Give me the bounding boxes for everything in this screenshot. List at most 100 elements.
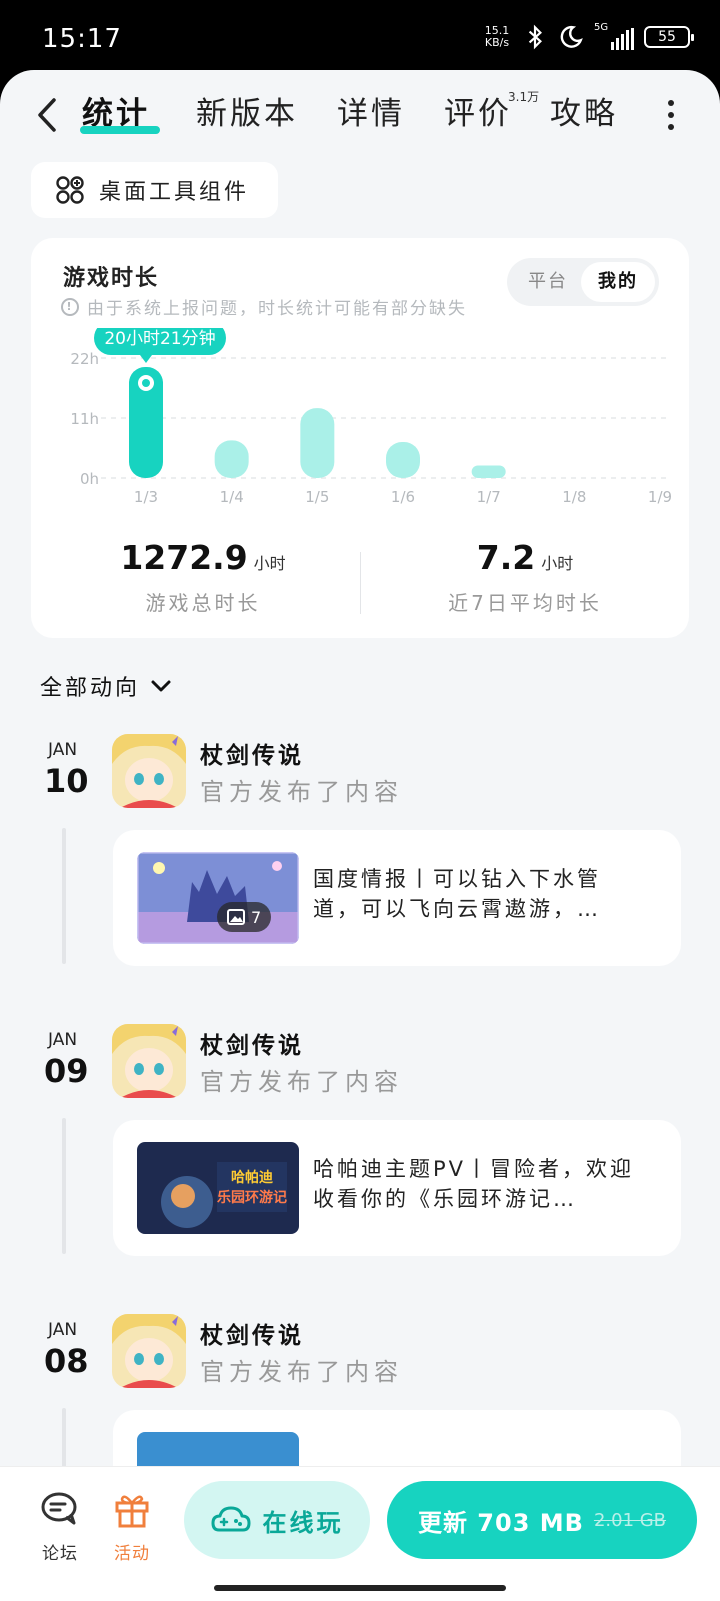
- tab-reviews[interactable]: 评价: [444, 88, 512, 133]
- chart-bar: [214, 440, 249, 478]
- feed-date-month: JAN: [48, 740, 78, 760]
- bluetooth-icon: [528, 24, 542, 50]
- tab-new-version[interactable]: 新版本: [196, 88, 298, 133]
- desktop-widget-label: 桌面工具组件: [99, 180, 250, 205]
- info-icon: !: [61, 297, 79, 316]
- chart-y-tick-label: 22h: [70, 350, 99, 368]
- feed-date-month: JAN: [48, 1030, 78, 1050]
- chart-bar: [300, 408, 335, 478]
- feed-date-day: 10: [44, 762, 89, 800]
- feed-filter-dropdown[interactable]: 全部动向: [40, 670, 172, 702]
- total-playtime: 1272.9 小时 游戏总时长: [43, 538, 363, 616]
- total-playtime-unit: 小时: [253, 554, 286, 573]
- post-action: 官方发布了内容: [200, 1068, 403, 1096]
- image-count-badge: 7: [217, 902, 272, 932]
- chart-bar: [471, 465, 506, 478]
- total-playtime-value: 1272.9: [120, 538, 248, 577]
- activity-label: 活动: [114, 1544, 150, 1564]
- avg-playtime: 7.2 小时 近7日平均时长: [365, 538, 685, 616]
- playtime-note: ! 由于系统上报问题，时长统计可能有部分缺失: [61, 294, 467, 319]
- status-icons: 15.1 KB/s 5G 55: [482, 22, 694, 50]
- chart-y-tick-label: 0h: [80, 470, 99, 488]
- feed-date-day: 08: [44, 1342, 89, 1380]
- avg-playtime-unit: 小时: [541, 554, 574, 573]
- toggle-platform[interactable]: 平台: [511, 262, 585, 302]
- chart-x-tick-label: 1/9: [648, 488, 672, 506]
- chart-y-tick-label: 11h: [70, 410, 99, 428]
- game-avatar[interactable]: [112, 1314, 186, 1388]
- chart-tooltip-pointer: [140, 355, 152, 363]
- timeline-line: [62, 1118, 66, 1254]
- chevron-down-icon: [151, 680, 171, 692]
- playtime-title: 游戏时长: [63, 266, 160, 291]
- stats-summary: 1272.9 小时 游戏总时长 7.2 小时 近7日平均时长: [31, 538, 689, 628]
- platform-mine-toggle: 平台 我的: [507, 258, 659, 306]
- gift-icon: [115, 1495, 149, 1528]
- desktop-widget-button[interactable]: 桌面工具组件: [31, 162, 278, 218]
- update-old-size: 2.01 GB: [593, 1509, 667, 1531]
- game-avatar[interactable]: [112, 1024, 186, 1098]
- total-playtime-label: 游戏总时长: [145, 591, 261, 615]
- post-title: 哈帕迪主题PV丨冒险者，欢迎收看你的《乐园环游记…: [313, 1157, 635, 1211]
- tab-active-indicator: [80, 126, 160, 134]
- top-nav: 统计 新版本 详情 评价 3.1万 攻略: [0, 70, 720, 158]
- net-speed-unit: KB/s: [484, 36, 510, 49]
- avg-playtime-value: 7.2: [476, 538, 536, 577]
- timeline-line: [62, 828, 66, 964]
- battery-icon: 55: [644, 26, 694, 48]
- post-thumbnail: 哈帕迪 乐园环游记: [137, 1142, 299, 1234]
- signal-indicator: 5G: [594, 22, 634, 50]
- back-arrow-icon[interactable]: [30, 92, 66, 138]
- play-online-button[interactable]: 在线玩: [184, 1481, 370, 1559]
- post-card[interactable]: 哈帕迪 乐园环游记 哈帕迪主题PV丨冒险者，欢迎收看你的《乐园环游记…: [113, 1120, 681, 1256]
- game-name[interactable]: 杖剑传说: [200, 1026, 304, 1060]
- chart-x-tick-label: 1/4: [220, 488, 244, 506]
- activity-button[interactable]: 活动: [102, 1487, 162, 1564]
- feed-date-month: JAN: [48, 1320, 78, 1340]
- toggle-mine[interactable]: 我的: [581, 262, 655, 302]
- chart-bar-marker-dot: [142, 379, 150, 387]
- feed-date-day: 09: [44, 1052, 89, 1090]
- svg-text:乐园环游记: 乐园环游记: [217, 1189, 287, 1206]
- feed-filter-label: 全部动向: [40, 676, 141, 701]
- post-card[interactable]: 7 国度情报丨可以钻入下水管道，可以飞向云霄遨游，…: [113, 830, 681, 966]
- signal-label: 5G: [594, 22, 609, 33]
- feed-item: JAN 10 杖剑传说 官方发布了内容 7 国度情报丨可以钻入下水管道，可以飞向…: [0, 734, 720, 1024]
- tab-guides[interactable]: 攻略: [550, 88, 618, 133]
- game-avatar[interactable]: [112, 734, 186, 808]
- playtime-note-text: 由于系统上报问题，时长统计可能有部分缺失: [87, 299, 467, 319]
- chart-bar: [386, 442, 420, 478]
- image-count: 7: [251, 907, 262, 927]
- update-label: 更新 703 MB: [417, 1508, 584, 1537]
- game-name[interactable]: 杖剑传说: [200, 736, 304, 770]
- playtime-card: 游戏时长 ! 由于系统上报问题，时长统计可能有部分缺失 平台 我的 22h 11h…: [31, 238, 689, 638]
- feed-item: JAN 09 杖剑传说 官方发布了内容 哈帕迪 乐园环游记 哈帕迪主题PV丨冒险…: [0, 1024, 720, 1314]
- home-indicator[interactable]: [214, 1585, 506, 1591]
- signal-bars-icon: [611, 28, 634, 50]
- post-thumbnail: [137, 852, 299, 944]
- chart-tooltip-label: 20小时21分钟: [104, 329, 215, 349]
- avg-playtime-label: 近7日平均时长: [448, 591, 602, 615]
- main-sheet: 统计 新版本 详情 评价 3.1万 攻略 桌面工具组件 游戏时长 ! 由于系统上…: [0, 70, 720, 1601]
- game-name[interactable]: 杖剑传说: [200, 1316, 304, 1350]
- status-bar: 15:17 15.1 KB/s 5G 55: [0, 0, 720, 72]
- forum-chat-icon: [41, 1492, 77, 1525]
- post-action: 官方发布了内容: [200, 1358, 403, 1386]
- play-online-label: 在线玩: [262, 1508, 344, 1537]
- image-icon: [227, 909, 245, 925]
- chart-x-tick-label: 1/8: [562, 488, 586, 506]
- reviews-count-badge: 3.1万: [508, 90, 540, 104]
- cloud-gamepad-icon: [211, 1506, 250, 1532]
- chart-x-tick-label: 1/7: [477, 488, 501, 506]
- svg-text:哈帕迪: 哈帕迪: [231, 1169, 273, 1186]
- forum-button[interactable]: 论坛: [30, 1487, 90, 1564]
- tab-details[interactable]: 详情: [337, 88, 405, 133]
- status-time: 15:17: [42, 24, 122, 54]
- more-menu-icon[interactable]: [668, 100, 676, 130]
- chart-x-tick-label: 1/3: [134, 488, 158, 506]
- bottom-action-bar: 论坛 活动 在线玩 更新 703 MB 2.01 GB: [0, 1466, 720, 1601]
- stats-divider: [360, 552, 361, 614]
- chart-x-tick-label: 1/5: [305, 488, 329, 506]
- update-button[interactable]: 更新 703 MB 2.01 GB: [387, 1481, 697, 1559]
- widgets-grid-icon: [56, 176, 84, 204]
